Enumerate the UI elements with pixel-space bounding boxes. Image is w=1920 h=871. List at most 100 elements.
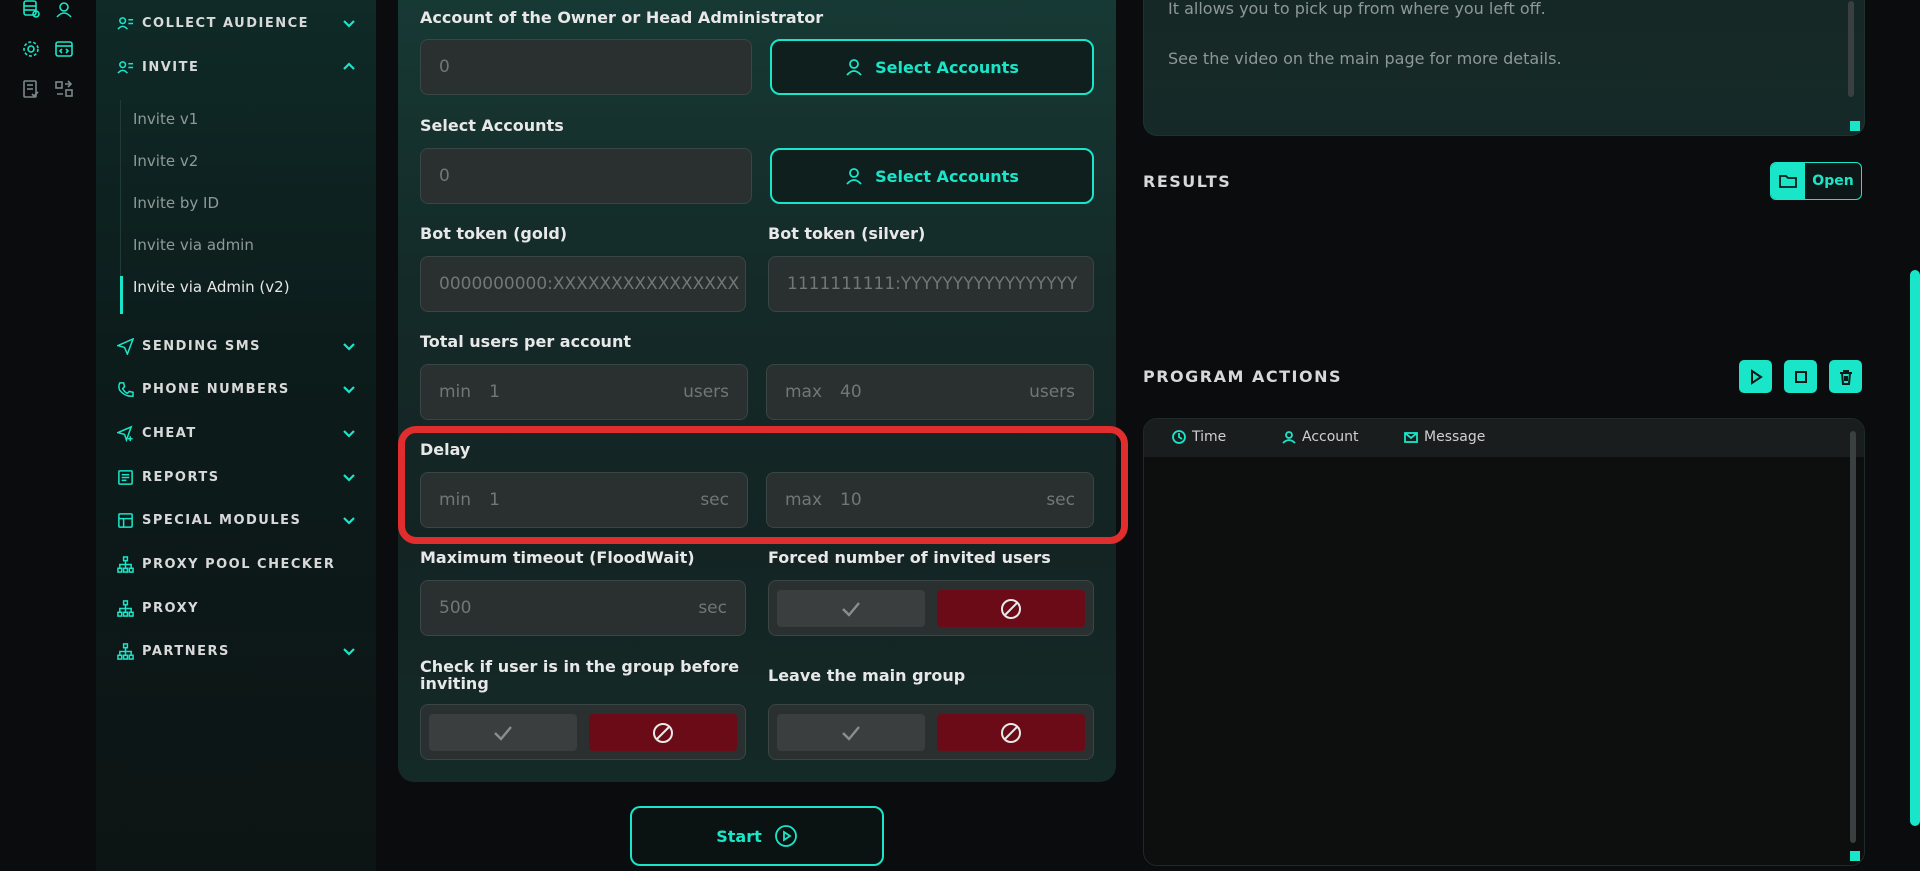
sidebar-item-invite[interactable]: INVITE [116,56,356,78]
sidebar-subitem-invite-by-id[interactable]: Invite by ID [133,194,219,212]
actions-log: Time Account Message [1143,418,1865,866]
log-col-message[interactable]: Message [1404,429,1485,445]
sidebar-item-sending-sms[interactable]: SENDING SMS [116,335,356,357]
chevron-down-icon[interactable] [342,426,356,440]
bot-token-gold-input[interactable]: 0000000000:XXXXXXXXXXXXXXXX [420,256,746,312]
invite-subnav: Invite v1 Invite v2 Invite by ID Invite … [120,100,360,314]
sidebar-item-label: PROXY [142,600,200,616]
open-results-button[interactable]: Open [1770,162,1862,200]
sidebar: COLLECT AUDIENCE INVITE Invite v1 Invite… [96,0,376,871]
resize-handle[interactable] [1850,121,1860,131]
stop-button[interactable] [1784,360,1817,393]
bot-token-silver-label: Bot token (silver) [768,224,926,243]
users-unit: users [683,382,729,402]
scrollbar[interactable] [1850,431,1856,843]
description-line-2: See the video on the main page for more … [1168,49,1562,68]
sidebar-item-collect-audience[interactable]: COLLECT AUDIENCE [116,12,356,34]
select-accounts-button-label: Select Accounts [875,166,1019,186]
select-owner-accounts-button[interactable]: Select Accounts [770,39,1094,95]
total-users-min-input[interactable]: min 1 users [420,364,748,420]
description-line-1: It allows you to pick up from where you … [1168,0,1546,18]
phone-icon [116,380,134,398]
sidebar-item-proxy[interactable]: PROXY [116,597,356,619]
user-circle-icon[interactable] [53,0,75,20]
sidebar-item-label: PARTNERS [142,643,230,659]
leave-group-label: Leave the main group [768,666,966,685]
ban-icon [653,722,673,743]
users-unit: users [1029,382,1075,402]
sidebar-item-cheat[interactable]: CHEAT [116,422,356,444]
min-prefix: min [439,382,472,402]
start-button[interactable]: Start [630,806,884,866]
toggle-yes-button[interactable] [777,590,925,627]
app-window: COLLECT AUDIENCE INVITE Invite v1 Invite… [0,0,1920,871]
total-users-min-value: 1 [489,382,500,402]
forced-invited-toggle [768,580,1094,636]
send-icon [116,337,134,355]
sidebar-subitem-invite-via-admin[interactable]: Invite via admin [133,236,254,254]
chevron-down-icon[interactable] [342,339,356,353]
toggle-yes-button[interactable] [429,714,577,751]
max-prefix: max [785,382,823,402]
scrollbar[interactable] [1848,1,1854,97]
log-col-time[interactable]: Time [1172,429,1226,445]
folder-icon [1771,163,1805,199]
network-icon [116,599,134,617]
program-actions-title: PROGRAM ACTIONS [1143,367,1342,386]
sidebar-subitem-invite-via-admin-v2[interactable]: Invite via Admin (v2) [133,278,290,296]
sidebar-item-partners[interactable]: PARTNERS [116,640,356,662]
check-user-toggle [420,704,746,760]
owner-account-label: Account of the Owner or Head Administrat… [420,8,824,27]
report-icon [116,468,134,486]
owner-account-field[interactable]: 0 [420,39,752,95]
chevron-up-icon[interactable] [342,60,356,74]
sidebar-subitem-invite-v1[interactable]: Invite v1 [133,110,198,128]
select-accounts-field[interactable]: 0 [420,148,752,204]
sidebar-item-reports[interactable]: REPORTS [116,466,356,488]
gear-icon[interactable] [20,38,42,60]
modules-icon [116,511,134,529]
log-col-account[interactable]: Account [1282,429,1359,445]
chevron-down-icon[interactable] [342,644,356,658]
bot-token-silver-input[interactable]: 1111111111:YYYYYYYYYYYYYYYYY [768,256,1094,312]
sidebar-item-label: INVITE [142,59,200,75]
forced-invited-label: Forced number of invited users [768,548,1051,567]
ban-icon [1001,598,1021,619]
database-icon[interactable] [20,0,42,20]
log-col-message-label: Message [1424,429,1486,445]
chevron-down-icon[interactable] [342,382,356,396]
swap-icon[interactable] [53,78,75,100]
bot-token-gold-label: Bot token (gold) [420,224,568,243]
max-timeout-input[interactable]: 500 sec [420,580,746,636]
max-timeout-label: Maximum timeout (FloodWait) [420,548,695,567]
clear-log-button[interactable] [1829,360,1862,393]
check-icon [842,601,860,617]
sidebar-item-label: SENDING SMS [142,338,261,354]
code-window-icon[interactable] [53,38,75,60]
sidebar-item-proxy-pool-checker[interactable]: PROXY POOL CHECKER [116,553,356,575]
toggle-yes-button[interactable] [777,714,925,751]
check-icon [842,725,860,741]
toggle-no-button[interactable] [937,590,1085,627]
owner-account-value: 0 [439,57,450,77]
start-label: Start [716,826,762,846]
total-users-max-input[interactable]: max 40 users [766,364,1094,420]
checklist-icon[interactable] [20,78,42,100]
sidebar-subitem-invite-v2[interactable]: Invite v2 [133,152,198,170]
chevron-down-icon[interactable] [342,513,356,527]
network-icon [116,555,134,573]
sidebar-item-special-modules[interactable]: SPECIAL MODULES [116,509,356,531]
chevron-down-icon[interactable] [342,470,356,484]
chevron-down-icon[interactable] [342,16,356,30]
resize-handle[interactable] [1850,851,1860,861]
select-accounts-button[interactable]: Select Accounts [770,148,1094,204]
log-header: Time Account Message [1144,419,1864,457]
delay-highlight-box [398,426,1128,544]
page-scrollbar[interactable] [1910,270,1920,826]
toggle-no-button[interactable] [937,714,1085,751]
icon-rail [0,0,96,871]
play-button[interactable] [1739,360,1772,393]
sidebar-item-phone-numbers[interactable]: PHONE NUMBERS [116,378,356,400]
ban-icon [1001,722,1021,743]
toggle-no-button[interactable] [589,714,737,751]
